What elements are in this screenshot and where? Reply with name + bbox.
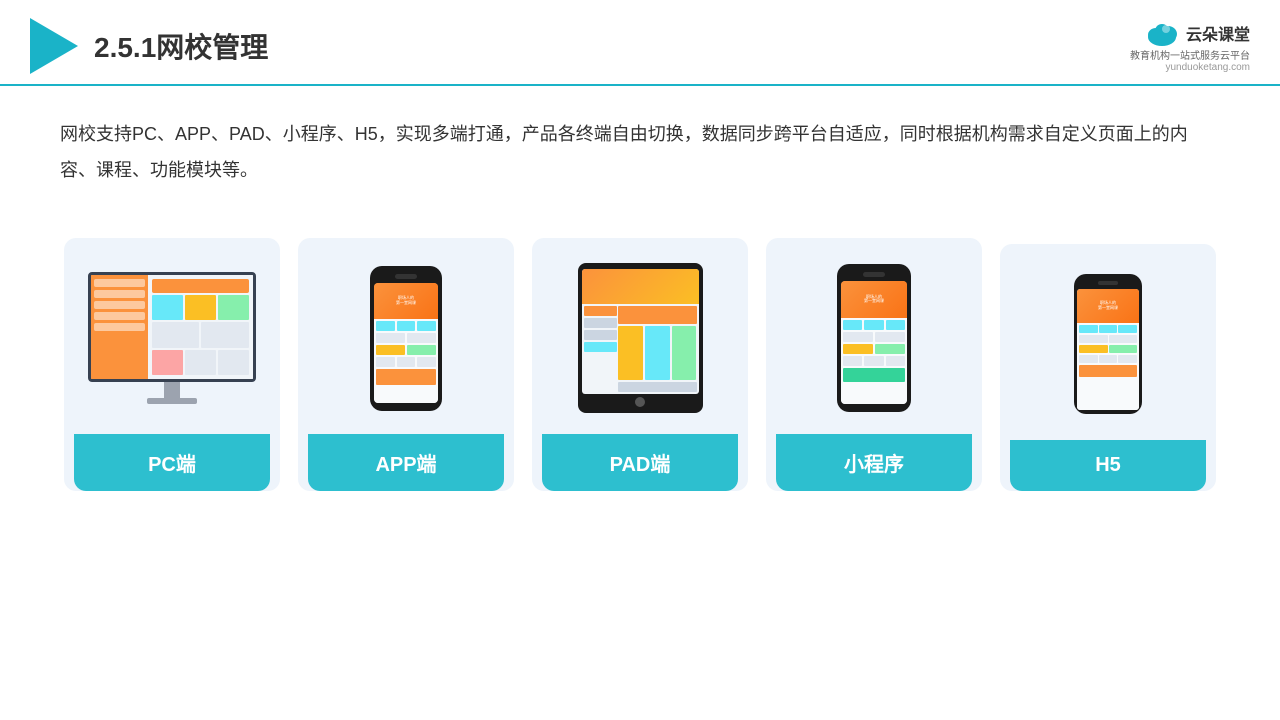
header: 2.5.1网校管理 云朵课堂 教育机构一站式服务云平台 yunduoketang… [0,0,1280,86]
card-miniprogram-label: 小程序 [776,434,972,491]
card-pc-image [77,258,267,418]
phone-notch [395,274,417,279]
logo-triangle-icon [30,18,78,74]
header-left: 2.5.1网校管理 [30,18,268,74]
page-title: 2.5.1网校管理 [94,26,268,66]
description-text: 网校支持PC、APP、PAD、小程序、H5，实现多端打通，产品各终端自由切换，数… [0,86,1280,198]
h5-phone-icon: 职场人的第一堂网课 [1074,274,1142,414]
card-app-image: 职场人的第一堂网课 [311,258,501,418]
miniprogram-phone-notch [863,272,885,277]
app-phone-icon: 职场人的第一堂网课 [370,266,442,411]
card-app-label: APP端 [308,434,504,491]
card-pad-label: PAD端 [542,434,738,491]
cloud-icon [1144,19,1180,47]
h5-phone-screen: 职场人的第一堂网课 [1077,289,1139,410]
card-h5: 职场人的第一堂网课 [1000,244,1216,491]
cards-section: PC端 职场人的第一堂网课 [0,208,1280,531]
card-pc-label: PC端 [74,434,270,491]
card-miniprogram: 职场人的第一堂网课 [766,238,982,491]
card-h5-image: 职场人的第一堂网课 [1013,264,1203,424]
card-pad: PAD端 [532,238,748,491]
brand-logo: 云朵课堂 教育机构一站式服务云平台 yunduoketang.com [1130,19,1250,73]
brand-tagline: 教育机构一站式服务云平台 [1130,47,1250,62]
brand-name: 云朵课堂 [1186,21,1250,45]
pad-tablet-icon [578,263,703,413]
header-right: 云朵课堂 教育机构一站式服务云平台 yunduoketang.com [1130,19,1250,73]
card-miniprogram-image: 职场人的第一堂网课 [779,258,969,418]
tablet-screen [582,269,699,394]
miniprogram-phone-icon: 职场人的第一堂网课 [837,264,911,412]
card-app: 职场人的第一堂网课 [298,238,514,491]
h5-phone-notch [1098,281,1118,285]
phone-screen: 职场人的第一堂网课 [374,283,438,403]
card-h5-label: H5 [1010,440,1206,491]
card-pad-image [545,258,735,418]
brand-logo-top: 云朵课堂 [1144,19,1250,47]
monitor-screen [88,272,256,382]
tablet-home-button [635,397,645,407]
brand-url: yunduoketang.com [1165,62,1250,73]
card-pc: PC端 [64,238,280,491]
pc-monitor-icon [88,272,256,404]
miniprogram-phone-screen: 职场人的第一堂网课 [841,281,907,404]
